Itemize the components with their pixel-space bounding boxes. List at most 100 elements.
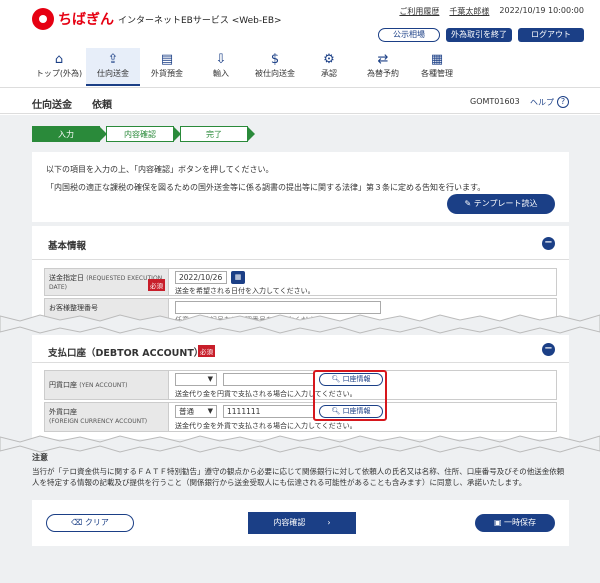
yen-account-type-select[interactable]: ▼: [175, 373, 217, 386]
screen-code: GOMT01603: [470, 97, 520, 106]
nav-label: 為替予約: [367, 69, 399, 78]
manage-icon: ▦: [430, 52, 444, 67]
yen-account-row: 円貨口座 (YEN ACCOUNT) ▼ 🔍︎ 口座情報 送金代り金を円貨で支払…: [44, 370, 557, 400]
nav-label: 外貨預金: [151, 69, 183, 78]
required-badge: 必須: [198, 345, 215, 357]
nav-inward-remittance[interactable]: $ 被仕向送金: [248, 48, 302, 86]
basic-info-section: 基本情報 − 送金指定日 (REQUESTED EXECUTION DATE) …: [32, 226, 569, 324]
clear-label: クリア: [84, 518, 109, 527]
foreign-account-number-input[interactable]: 1111111: [223, 405, 315, 418]
field-hint: 送金を希望される日付を入力してください。: [175, 287, 315, 295]
nav-outward-remittance[interactable]: ⇪ 仕向送金: [86, 48, 140, 86]
debtor-account-section: 支払口座（DEBTOR ACCOUNT） 必須 − 円貨口座 (YEN ACCO…: [32, 335, 569, 439]
eraser-icon: ⌫: [71, 518, 85, 527]
help-label: ヘルプ: [530, 97, 554, 107]
calendar-icon[interactable]: ▦: [231, 271, 245, 284]
nav-approve[interactable]: ⚙ 承認: [302, 48, 356, 86]
pen-icon: ✎: [464, 199, 474, 208]
help-link[interactable]: ヘルプ?: [530, 96, 569, 108]
page-break-divider: [0, 435, 600, 453]
execution-date-row: 送金指定日 (REQUESTED EXECUTION DATE) 必須 2022…: [44, 268, 557, 296]
field-label-text: 外貨口座: [49, 408, 77, 416]
foreign-account-row: 外貨口座 (FOREIGN CURRENCY ACCOUNT) 普通 ▼ 11111…: [44, 402, 557, 432]
field-label-en: (FOREIGN CURRENCY ACCOUNT): [49, 418, 148, 425]
intro-text-2: 「内国税の適正な課税の確保を図るための国外送金等に係る調書の提出等に関する法律」…: [46, 183, 486, 192]
intro-card: 以下の項目を入力の上、「内容確認」ボタンを押してください。 「内国税の適正な課税…: [32, 152, 569, 222]
notice-body: 当行が「テロ資金供与に関するＦＡＴＦ特別勧告」遵守の観点から必要に応じて関係銀行…: [32, 467, 565, 487]
fx-end-button[interactable]: 外為取引を終了: [446, 28, 512, 42]
header-buttons: 公示相場 外為取引を終了 ログアウト: [378, 28, 584, 42]
approve-icon: ⚙: [323, 52, 335, 67]
template-load-label: テンプレート読込: [473, 199, 538, 208]
nav-label: 被仕向送金: [255, 69, 295, 78]
temporary-save-button[interactable]: ▣ 一時保存: [475, 514, 555, 532]
progress-steps: 入力 内容確認 完了: [32, 126, 255, 142]
field-label: 送金指定日 (REQUESTED EXECUTION DATE) 必須: [45, 269, 169, 295]
current-datetime: 2022/10/19 10:00:00: [499, 6, 584, 15]
field-label-text: 円貨口座: [49, 381, 77, 389]
debtor-account-header: 支払口座（DEBTOR ACCOUNT） 必須 −: [32, 335, 569, 363]
market-rate-button[interactable]: 公示相場: [378, 28, 440, 42]
nav-label: トップ(外為): [35, 69, 83, 78]
nav-import[interactable]: ⇩ 輸入: [194, 48, 248, 86]
intro-text-1: 以下の項目を入力の上、「内容確認」ボタンを押してください。: [46, 165, 274, 174]
basic-info-header: 基本情報 −: [32, 226, 569, 260]
nav-fx-deposit[interactable]: ▤ 外貨預金: [140, 48, 194, 86]
header: ちばぎん インターネットEBサービス <Web-EB> ご利用履歴 千葉太郎様 …: [0, 0, 600, 88]
section-title: 支払口座（DEBTOR ACCOUNT）: [48, 348, 204, 359]
help-icon: ?: [557, 96, 569, 108]
page-title: 仕向送金: [32, 100, 72, 111]
header-links: ご利用履歴 千葉太郎様 2022/10/19 10:00:00: [399, 6, 584, 17]
nav-top[interactable]: ⌂ トップ(外為): [32, 48, 86, 86]
required-badge: 必須: [148, 279, 165, 291]
logout-button[interactable]: ログアウト: [518, 28, 584, 42]
field-label-en: (YEN ACCOUNT): [79, 382, 128, 389]
foreign-account-type-select[interactable]: 普通 ▼: [175, 405, 217, 418]
nav-exchange-contract[interactable]: ⇄ 為替予約: [356, 48, 410, 86]
user-name-link[interactable]: 千葉太郎様: [449, 6, 489, 17]
send-icon: ⇪: [107, 52, 119, 67]
collapse-icon[interactable]: −: [542, 343, 555, 356]
save-icon: ▣: [493, 518, 505, 527]
confirm-label: 内容確認: [273, 518, 306, 527]
action-bar: ⌫ クリア 内容確認 › ▣ 一時保存: [32, 500, 569, 546]
notice-heading: 注意: [32, 453, 48, 462]
clear-button[interactable]: ⌫ クリア: [46, 514, 134, 532]
nav-label: 輸入: [213, 69, 229, 78]
deposit-icon: ▤: [160, 52, 174, 67]
step-input: 入力: [32, 126, 107, 142]
section-title: 基本情報: [48, 241, 87, 252]
field-label: 外貨口座 (FOREIGN CURRENCY ACCOUNT): [45, 403, 169, 431]
field-hint: 送金代り金を外貨で支払される場合に入力してください。: [175, 422, 357, 430]
main-nav: ⌂ トップ(外為) ⇪ 仕向送金 ▤ 外貨預金 ⇩ 輸入 $ 被仕向送金 ⚙ 承認 ⇄ 為替予…: [32, 48, 464, 86]
chevron-right-icon: ›: [327, 518, 331, 527]
select-value: 普通: [179, 407, 194, 416]
collapse-icon[interactable]: −: [542, 237, 555, 250]
nav-label: 仕向送金: [97, 69, 129, 78]
confirm-content-button[interactable]: 内容確認 ›: [248, 512, 356, 534]
highlight-box: [313, 370, 387, 421]
usage-history-link[interactable]: ご利用履歴: [399, 6, 439, 17]
chevron-down-icon: ▼: [207, 407, 213, 415]
bank-logo-icon: [32, 8, 54, 30]
yen-account-number-input[interactable]: [223, 373, 315, 386]
execution-date-input[interactable]: 2022/10/26: [175, 271, 227, 284]
brand-name: ちばぎん: [58, 12, 114, 28]
field-label: 円貨口座 (YEN ACCOUNT): [45, 371, 169, 399]
field-label-text: 送金指定日: [49, 274, 84, 282]
step-complete: 完了: [180, 126, 255, 142]
nav-label: 各種管理: [421, 69, 453, 78]
template-load-button[interactable]: ✎ テンプレート読込: [447, 194, 555, 214]
chevron-down-icon: ▼: [207, 375, 213, 383]
notice-text: 注意 当行が「テロ資金供与に関するＦＡＴＦ特別勧告」遵守の観点から必要に応じて関…: [32, 453, 569, 488]
exchange-icon: ⇄: [377, 52, 389, 67]
title-bar: 仕向送金 依頼 GOMT01603 ヘルプ?: [0, 88, 600, 114]
service-name: インターネットEBサービス <Web-EB>: [118, 15, 282, 26]
page-break-divider: [0, 314, 600, 334]
bank-logo[interactable]: ちばぎん インターネットEBサービス <Web-EB>: [32, 8, 282, 30]
nav-management[interactable]: ▦ 各種管理: [410, 48, 464, 86]
home-icon: ⌂: [54, 52, 64, 67]
nav-label: 承認: [321, 69, 337, 78]
receive-icon: $: [270, 52, 280, 67]
field-label-text: お客様整理番号: [49, 304, 98, 312]
